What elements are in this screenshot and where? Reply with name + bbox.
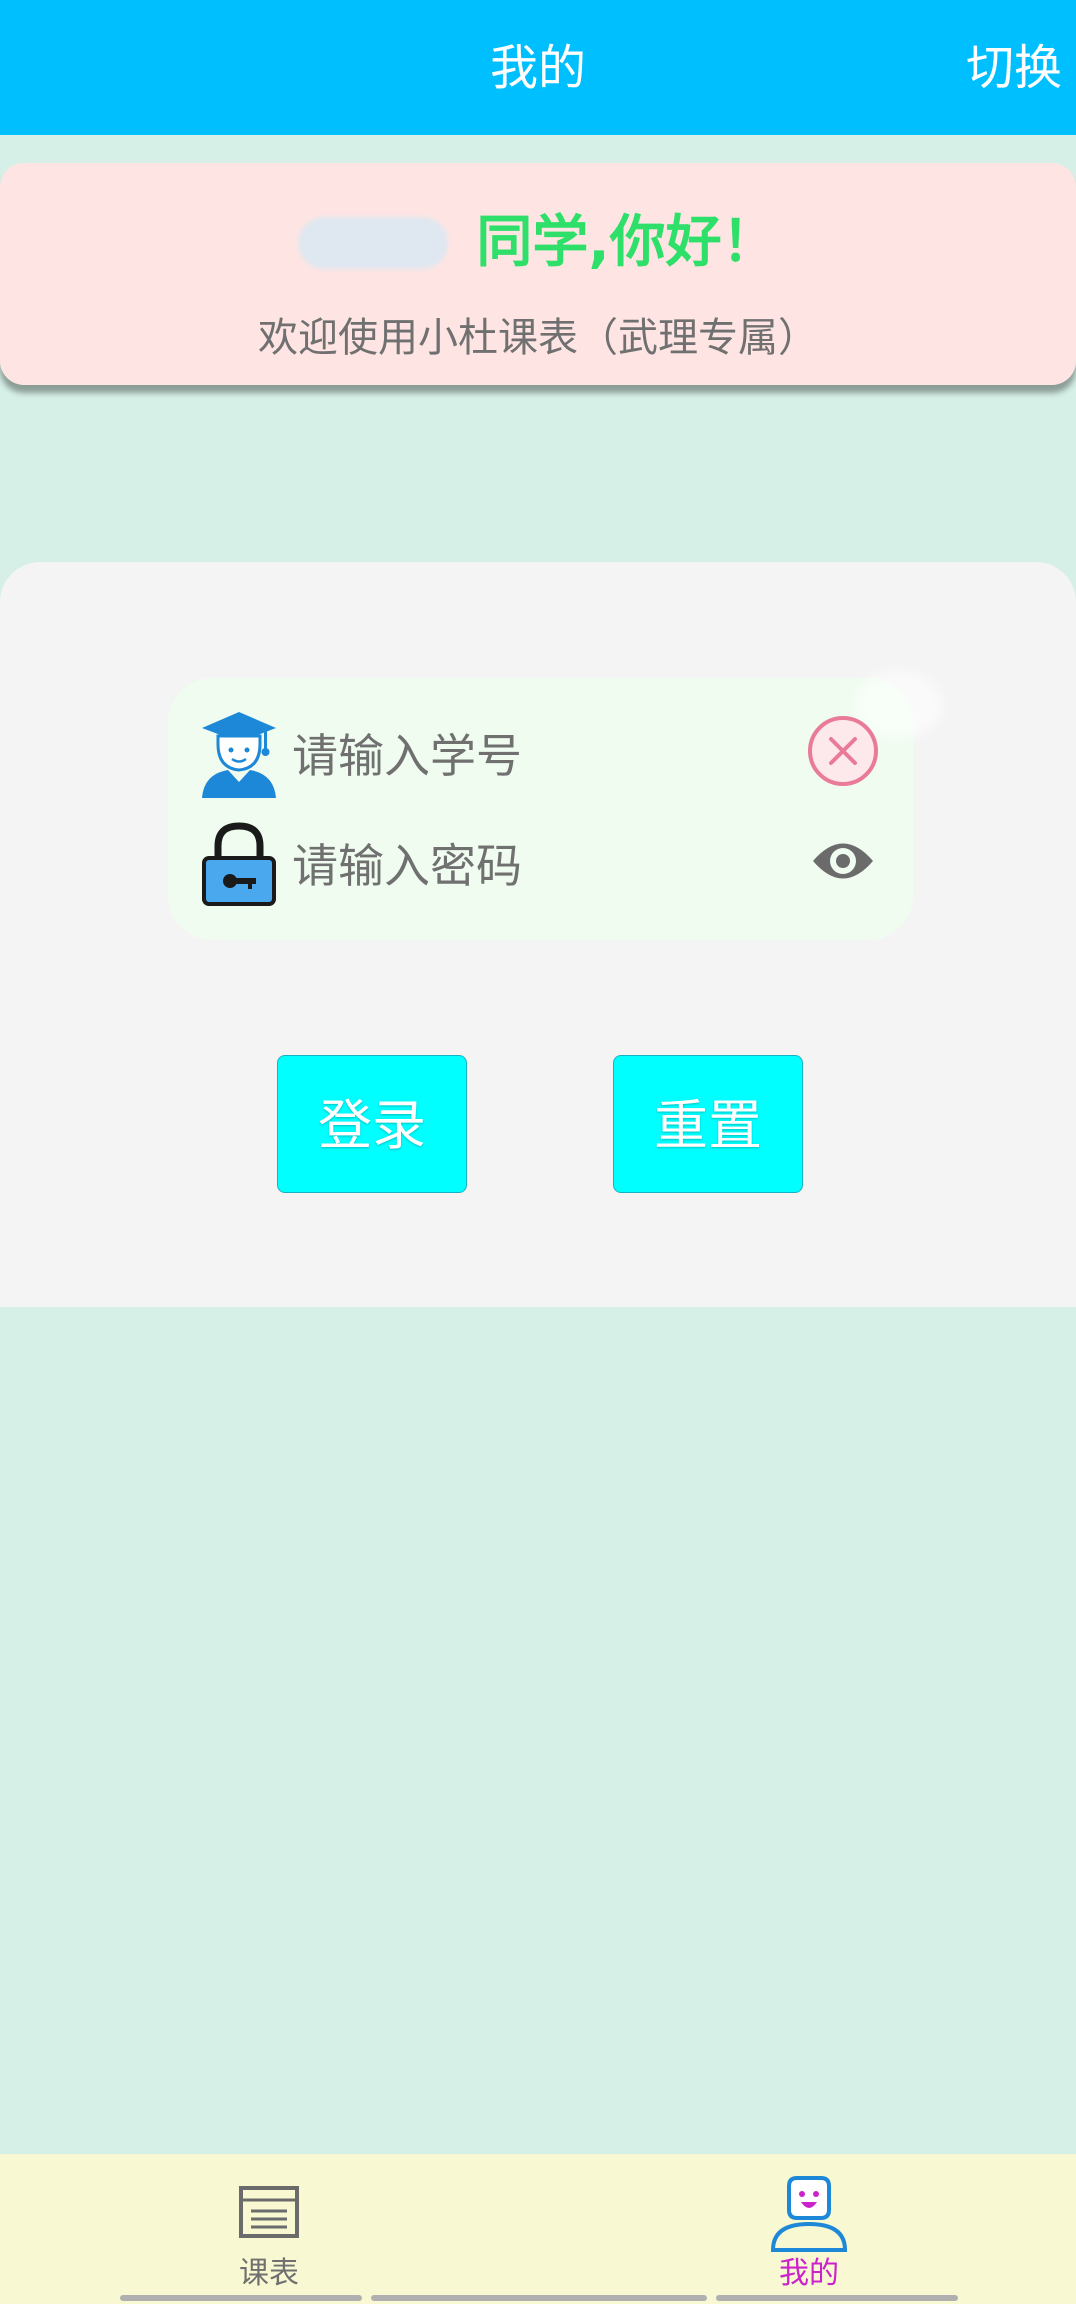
gesture-bar-segment bbox=[716, 2295, 958, 2301]
page-title: 我的 bbox=[489, 40, 586, 96]
nav-item-schedule[interactable]: 课表 bbox=[159, 2154, 379, 2304]
app-bar: 我的 切换 bbox=[0, 0, 1076, 135]
schedule-icon bbox=[239, 2186, 299, 2238]
greeting-text: 同学,你好！ bbox=[476, 210, 778, 275]
profile-icon bbox=[770, 2176, 848, 2252]
clear-icon[interactable] bbox=[806, 714, 880, 788]
student-id-input[interactable] bbox=[290, 715, 774, 797]
switch-button[interactable]: 切换 bbox=[966, 38, 1062, 98]
student-id-row bbox=[0, 710, 1076, 800]
eye-icon[interactable] bbox=[810, 834, 876, 888]
bottom-nav: 课表 我的 bbox=[0, 2154, 1076, 2304]
login-button[interactable]: 登录 bbox=[277, 1055, 467, 1193]
student-name-redacted bbox=[298, 217, 449, 269]
gesture-bar-segment bbox=[120, 2295, 362, 2301]
password-input[interactable] bbox=[290, 825, 774, 907]
lock-icon bbox=[202, 822, 276, 906]
password-row bbox=[0, 820, 1076, 910]
nav-label-mine: 我的 bbox=[779, 2256, 839, 2291]
welcome-text: 欢迎使用小杜课表（武理专属） bbox=[258, 315, 818, 361]
nav-item-mine[interactable]: 我的 bbox=[699, 2154, 919, 2304]
reset-button[interactable]: 重置 bbox=[613, 1055, 803, 1193]
nav-label-schedule: 课表 bbox=[239, 2256, 299, 2291]
gesture-bar-segment bbox=[371, 2295, 707, 2301]
graduate-student-icon bbox=[202, 712, 276, 798]
greeting-line: 同学,你好！ bbox=[0, 208, 1076, 278]
